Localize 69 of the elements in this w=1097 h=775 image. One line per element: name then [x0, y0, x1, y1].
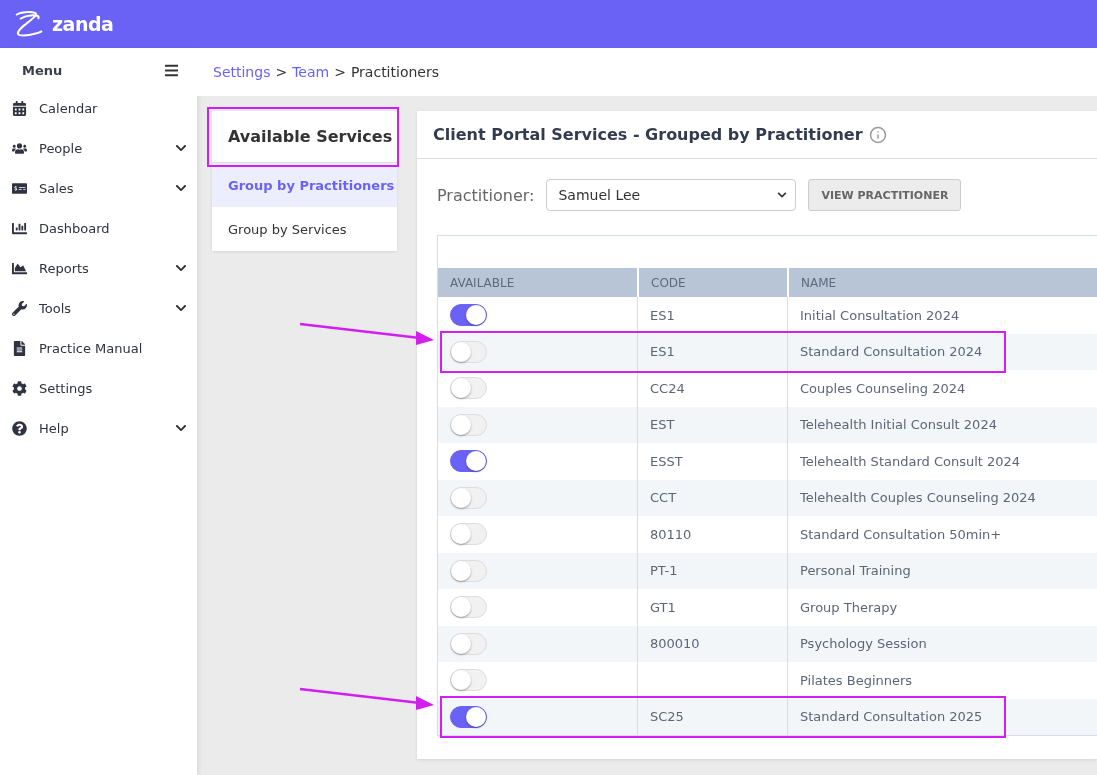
card-title: Available Services: [228, 127, 393, 146]
bar-chart-icon: [12, 220, 27, 236]
field-label: Practitioner:: [437, 185, 535, 205]
breadcrumb-separator: >: [334, 64, 346, 80]
table-cell: Initial Consultation 2024: [800, 307, 960, 323]
table-cell: Standard Consultation 50min+: [800, 526, 1002, 542]
chevron-down-icon: [175, 142, 187, 154]
table-cell: EST: [650, 417, 675, 433]
menu-title: Menu: [22, 62, 63, 78]
table-cell: Psychology Session: [800, 636, 927, 652]
table-cell: Group Therapy: [800, 599, 898, 615]
sidebar-item[interactable]: Help: [0, 408, 197, 448]
card-icon: [12, 180, 27, 196]
table-cell: CCT: [650, 490, 677, 506]
people-icon: [12, 140, 27, 156]
chevron-down-icon: [175, 182, 187, 194]
table-cell: 800010: [650, 636, 700, 652]
breadcrumb-separator: >: [275, 64, 288, 80]
toggle-switch[interactable]: [450, 705, 487, 728]
table-cell: 80110: [650, 526, 692, 542]
table-cell: SC25: [650, 709, 684, 725]
table-cell: CC24: [650, 380, 685, 396]
table-cell: Pilates Beginners: [800, 672, 913, 688]
table-cell: Couples Counseling 2024: [800, 380, 966, 396]
brand-name: zanda: [52, 13, 114, 35]
area-chart-icon: [12, 260, 27, 276]
column-header: AVAILABLE: [438, 268, 637, 297]
table-cell: ES1: [650, 344, 675, 360]
column-header: CODE: [637, 268, 787, 297]
breadcrumb-link[interactable]: Settings: [213, 64, 271, 80]
sidebar-item[interactable]: Reports: [0, 248, 197, 288]
table-cell: ES1: [650, 307, 675, 323]
current-page-label: Practitioners: [350, 64, 439, 80]
table-cell: PT-1: [650, 563, 678, 579]
chevron-down-icon: [175, 422, 187, 434]
wrench-icon: [12, 300, 27, 316]
table-cell: Telehealth Couples Counseling 2024: [800, 490, 1036, 506]
sidebar-item[interactable]: Dashboard: [0, 208, 197, 248]
table-cell: Standard Consultation 2024: [800, 344, 983, 360]
toggle-switch[interactable]: [450, 304, 487, 327]
sidebar-item[interactable]: People: [0, 128, 197, 168]
sidebar-item[interactable]: Tools: [0, 288, 197, 328]
nav-item[interactable]: Group by Services: [212, 207, 397, 251]
practitioner-select[interactable]: Samuel Lee: [546, 179, 797, 211]
table-cell: Telehealth Standard Consult 2024: [800, 453, 1021, 469]
sidebar-item[interactable]: Calendar: [0, 88, 197, 128]
chevron-down-icon: [175, 302, 187, 314]
menu-icon[interactable]: [164, 62, 179, 78]
chevron-down-icon: [175, 262, 187, 274]
table-cell: ESST: [650, 453, 683, 469]
table-cell: Personal Training: [800, 563, 911, 579]
chevron-down-icon: [777, 190, 788, 200]
toggle-switch[interactable]: [450, 450, 487, 473]
table-cell: Telehealth Initial Consult 2024: [800, 417, 997, 433]
panel-title: Client Portal Services - Grouped by Practitioner: [433, 125, 863, 144]
help-icon: [12, 420, 27, 436]
view-practitioner-button[interactable]: VIEW PRACTITIONER: [808, 179, 962, 211]
info-icon[interactable]: [868, 125, 887, 144]
column-header: NAME: [787, 268, 1097, 297]
breadcrumb-link[interactable]: Team: [292, 64, 330, 80]
sidebar-item[interactable]: Settings: [0, 368, 197, 408]
table-cell: GT1: [650, 599, 676, 615]
settings-icon: [12, 380, 27, 396]
table-cell: Standard Consultation 2025: [800, 709, 983, 725]
document-icon: [12, 340, 27, 356]
sidebar-item[interactable]: Practice Manual: [0, 328, 197, 368]
nav-item[interactable]: Group by Practitioners: [212, 163, 397, 207]
sidebar-item[interactable]: Sales: [0, 168, 197, 208]
calendar-icon: [12, 100, 27, 116]
